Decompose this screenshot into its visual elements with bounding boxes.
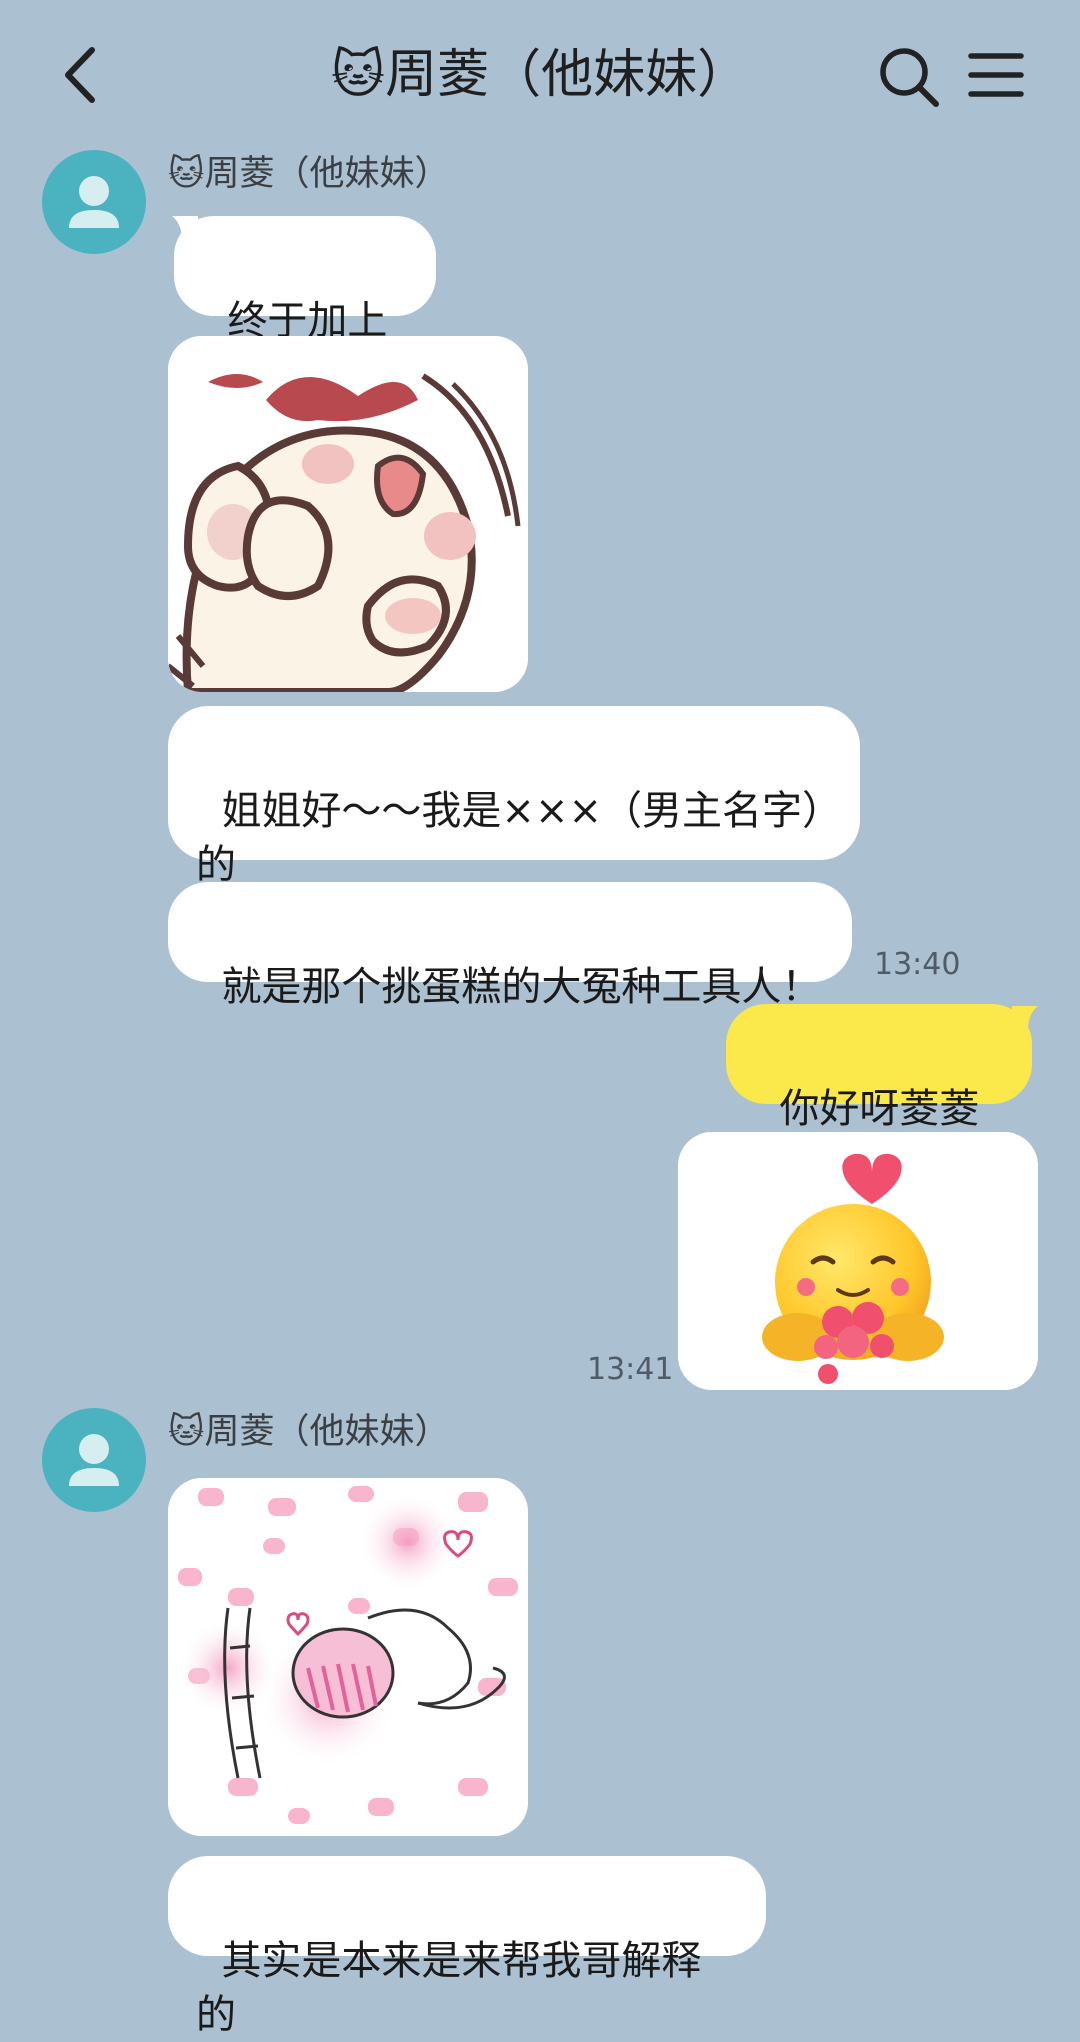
message-timestamp: 13:41 — [587, 1352, 674, 1387]
chat-header: 🐱周菱（他妹妹） — [0, 0, 1080, 150]
message-bubble[interactable]: 其实是本来是来帮我哥解释的 — [168, 1856, 766, 2038]
cat-emoji-icon: 🐱 — [168, 1412, 205, 1452]
sticker-image[interactable] — [168, 336, 528, 692]
message-timestamp: 13:40 — [874, 947, 961, 982]
pink-hearts-bow-icon — [168, 1478, 528, 1836]
bubble-tail — [1012, 1006, 1038, 1030]
hug-hearts-emoji-icon — [678, 1132, 1038, 1390]
search-icon — [880, 48, 939, 107]
sticker-image[interactable] — [678, 1132, 1038, 1390]
sticker-image[interactable] — [168, 1478, 528, 1836]
my-message-bubble[interactable]: 你好呀菱菱～ — [726, 1004, 1032, 1186]
avatar[interactable] — [42, 1408, 146, 1512]
menu-button[interactable] — [968, 50, 1024, 100]
avatar[interactable] — [42, 150, 146, 254]
message-bubble[interactable]: 就是那个挑蛋糕的大冤种工具人！ — [168, 882, 852, 1010]
cat-paws-sticker-icon — [168, 336, 528, 692]
message-bubble[interactable]: 姐姐好～～我是×××（男主名字）的 堂妹周菱 — [168, 706, 860, 942]
cat-emoji-icon: 🐱 — [330, 45, 386, 105]
user-icon — [69, 1434, 119, 1486]
sender-name: 🐱周菱（他妹妹） — [168, 154, 450, 194]
cat-emoji-icon: 🐱 — [168, 154, 205, 194]
sender-name: 🐱周菱（他妹妹） — [168, 1412, 450, 1452]
message-text: 其实是本来是来帮我哥解释的 — [196, 1938, 702, 2038]
chat-title-text: 周菱（他妹妹） — [385, 45, 750, 105]
user-icon — [69, 176, 119, 228]
message-text: 就是那个挑蛋糕的大冤种工具人！ — [221, 964, 822, 1010]
message-bubble[interactable]: 终于加上啦 — [174, 216, 436, 398]
menu-icon — [968, 53, 1024, 97]
search-button[interactable] — [878, 46, 940, 108]
